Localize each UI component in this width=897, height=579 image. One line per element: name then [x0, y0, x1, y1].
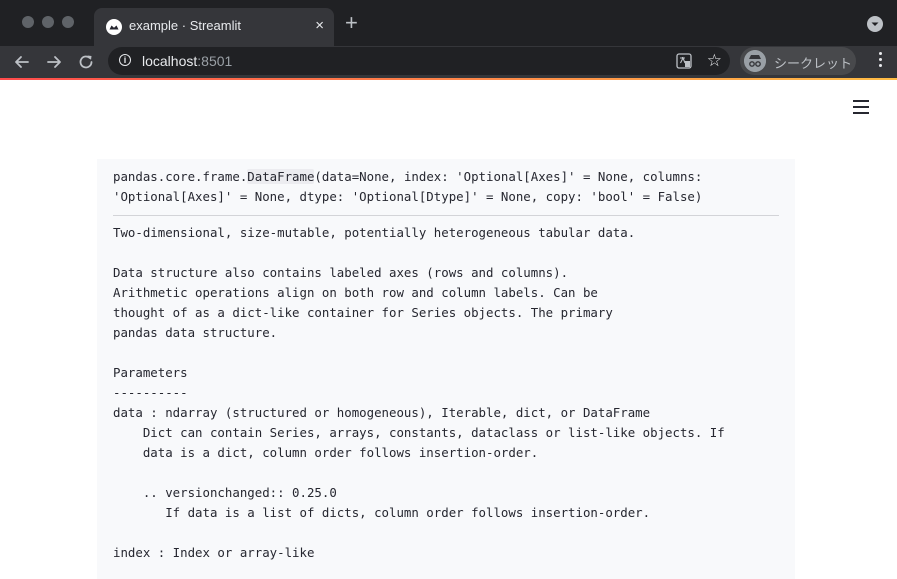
streamlit-logo-icon — [106, 19, 122, 35]
docstring-line: data is a dict, column order follows ins… — [113, 445, 539, 460]
new-tab-button[interactable]: + — [345, 12, 358, 34]
docstring-line — [113, 523, 725, 543]
docstring-line: ---------- — [113, 385, 188, 400]
docstring-line — [113, 463, 725, 483]
docstring-line: Data structure also contains labeled axe… — [113, 265, 569, 280]
docstring-line: pandas data structure. — [113, 325, 278, 340]
incognito-indicator[interactable]: シークレット — [740, 47, 856, 75]
browser-tab-bar: example · Streamlit × + — [0, 0, 897, 46]
maximize-window-button[interactable] — [62, 16, 74, 28]
docstring-line: Two-dimensional, size-mutable, potential… — [113, 225, 636, 240]
signature-module: pandas.core.frame. — [113, 169, 248, 184]
browser-tab-active[interactable]: example · Streamlit × — [94, 8, 334, 46]
tab-close-icon[interactable]: × — [315, 16, 324, 36]
docstring-line: Dict can contain Series, arrays, constan… — [113, 425, 725, 440]
docstring-line — [113, 243, 725, 263]
docstring-line — [113, 343, 725, 363]
header-decoration-bar — [0, 78, 897, 80]
docstring-line: index : Index or array-like — [113, 545, 315, 560]
incognito-icon — [744, 50, 766, 72]
forward-arrow-icon[interactable] — [43, 51, 65, 73]
docstring-line: thought of as a dict-like container for … — [113, 305, 613, 320]
address-bar[interactable]: i localhost:8501 ☆ — [108, 47, 730, 75]
url-host: localhost — [142, 53, 198, 69]
browser-toolbar: i localhost:8501 ☆ シークレット — [0, 46, 897, 78]
site-info-icon[interactable]: i — [119, 54, 131, 66]
signature-args-line2: 'Optional[Axes]' = None, dtype: 'Optiona… — [113, 189, 703, 204]
docstring-line: .. versionchanged:: 0.25.0 — [113, 485, 337, 500]
signature-divider — [113, 215, 779, 216]
signature-class-name: DataFrame — [247, 169, 315, 184]
signature-args-line1: (data=None, index: 'Optional[Axes]' = No… — [314, 169, 703, 184]
docstring-line: If data is a list of dicts, column order… — [113, 505, 651, 520]
url-port: :8501 — [197, 53, 233, 69]
docstring-line: data : ndarray (structured or homogeneou… — [113, 405, 651, 420]
incognito-label: シークレット — [774, 56, 853, 71]
bookmark-star-icon[interactable]: ☆ — [707, 51, 722, 71]
minimize-window-button[interactable] — [42, 16, 54, 28]
docstring-line: Arithmetic operations align on both row … — [113, 285, 598, 300]
tab-title: example · Streamlit — [129, 18, 241, 33]
url-text[interactable]: localhost:8501 — [142, 53, 232, 69]
main-menu-icon[interactable] — [853, 100, 869, 114]
docstring-line: Parameters — [113, 365, 188, 380]
close-window-button[interactable] — [22, 16, 34, 28]
help-panel: pandas.core.frame.DataFrame(data=None, i… — [97, 159, 795, 579]
signature: pandas.core.frame.DataFrame(data=None, i… — [113, 167, 702, 207]
tab-search-icon[interactable] — [867, 16, 883, 32]
back-arrow-icon[interactable] — [11, 51, 33, 73]
browser-menu-icon[interactable] — [879, 52, 883, 72]
docstring: Two-dimensional, size-mutable, potential… — [113, 223, 725, 563]
translate-icon[interactable] — [676, 53, 692, 69]
reload-icon[interactable] — [75, 51, 97, 73]
